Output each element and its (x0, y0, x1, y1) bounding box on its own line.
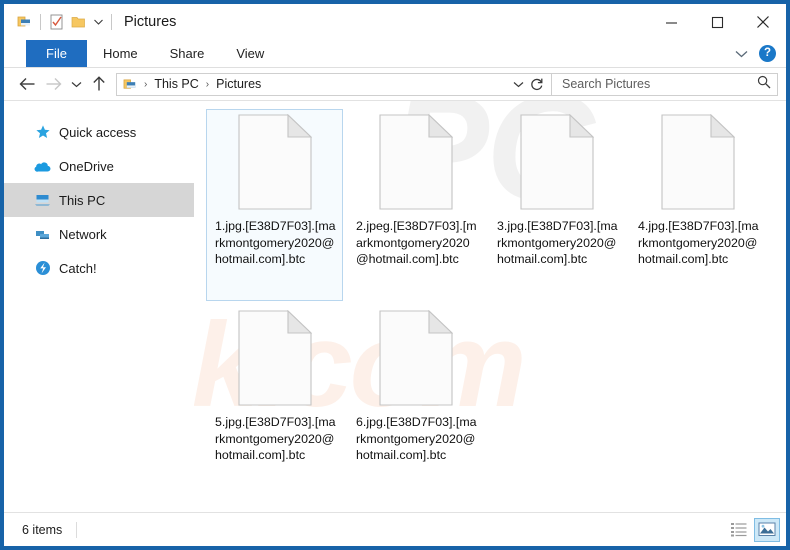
navigation-pane: Quick access OneDrive This PC Network Ca… (4, 101, 194, 512)
sidebar-item-label: This PC (59, 192, 106, 208)
tab-share[interactable]: Share (154, 40, 221, 67)
sidebar-item-label: Catch! (59, 260, 97, 276)
file-item[interactable]: 2.jpeg.[E38D7F03].[markmontgomery2020@ho… (347, 109, 484, 301)
sidebar-item-label: Network (59, 226, 107, 242)
generic-file-icon (660, 113, 735, 210)
file-explorer-window: Pictures File Home Share View ? › This P… (0, 0, 790, 550)
title-divider (111, 14, 112, 30)
expand-ribbon-icon[interactable] (731, 44, 751, 64)
tab-view[interactable]: View (220, 40, 280, 67)
explorer-body: Quick access OneDrive This PC Network Ca… (4, 100, 786, 512)
breadcrumb-separator-1: › (144, 78, 148, 90)
sidebar-item-onedrive[interactable]: OneDrive (4, 149, 194, 183)
caption-buttons (648, 4, 786, 40)
tab-file[interactable]: File (26, 40, 87, 67)
sidebar-item-this-pc[interactable]: This PC (4, 183, 194, 217)
address-bar: › This PC › Pictures (4, 68, 786, 100)
generic-file-icon (519, 113, 594, 210)
tab-home[interactable]: Home (87, 40, 154, 67)
sidebar-item-quick-access[interactable]: Quick access (4, 115, 194, 149)
breadcrumb[interactable]: › This PC › Pictures (116, 72, 552, 96)
new-folder-icon[interactable] (67, 11, 89, 33)
status-bar: 6 items (4, 512, 786, 546)
toolbar-divider (40, 14, 41, 30)
file-item[interactable]: 6.jpg.[E38D7F03].[markmontgomery2020@hot… (347, 305, 484, 497)
breadcrumb-dropdown-icon[interactable] (509, 81, 527, 88)
refresh-icon[interactable] (527, 77, 547, 91)
ribbon-tab-strip: File Home Share View ? (4, 40, 786, 68)
sidebar-item-catch[interactable]: Catch! (4, 251, 194, 285)
catch-icon (34, 260, 51, 277)
search-icon[interactable] (757, 75, 771, 94)
file-name: 3.jpg.[E38D7F03].[markmontgomery2020@hot… (497, 219, 618, 266)
status-divider (76, 521, 78, 538)
recent-locations-button[interactable] (66, 71, 86, 97)
close-button[interactable] (740, 4, 786, 40)
sidebar-item-label: OneDrive (59, 158, 114, 174)
search-input[interactable] (560, 76, 757, 92)
breadcrumb-item-this-pc[interactable]: This PC (152, 77, 200, 91)
quick-access-toolbar: Pictures (4, 11, 176, 33)
breadcrumb-this-pc-icon (122, 76, 139, 93)
file-item[interactable]: 5.jpg.[E38D7F03].[markmontgomery2020@hot… (206, 305, 343, 497)
file-name: 1.jpg.[E38D7F03].[markmontgomery2020@hot… (215, 219, 336, 266)
file-item[interactable]: 4.jpg.[E38D7F03].[markmontgomery2020@hot… (629, 109, 766, 301)
file-name: 4.jpg.[E38D7F03].[markmontgomery2020@hot… (638, 219, 759, 266)
network-icon (34, 226, 51, 243)
back-button[interactable] (14, 71, 40, 97)
file-item[interactable]: 1.jpg.[E38D7F03].[markmontgomery2020@hot… (206, 109, 343, 301)
ribbon-right-controls: ? (731, 40, 780, 67)
help-button[interactable]: ? (759, 45, 776, 62)
this-pc-icon[interactable] (14, 11, 36, 33)
customize-toolbar-caret-icon[interactable] (89, 11, 107, 33)
sidebar-item-label: Quick access (59, 124, 137, 140)
sidebar-item-network[interactable]: Network (4, 217, 194, 251)
generic-file-icon (237, 113, 312, 210)
file-item[interactable]: 3.jpg.[E38D7F03].[markmontgomery2020@hot… (488, 109, 625, 301)
star-icon (34, 124, 51, 141)
large-icons-view-button[interactable] (754, 517, 780, 542)
generic-file-icon (378, 309, 453, 406)
file-grid: 1.jpg.[E38D7F03].[markmontgomery2020@hot… (194, 101, 786, 501)
up-button[interactable] (86, 71, 112, 97)
file-list-view[interactable]: PC risk.com 1.jpg.[E38D7F03].[markmontgo… (194, 101, 786, 512)
breadcrumb-separator-2: › (205, 78, 210, 90)
forward-button[interactable] (40, 71, 66, 97)
item-count-label: 6 items (22, 522, 63, 537)
title-bar: Pictures (4, 4, 786, 40)
file-name: 5.jpg.[E38D7F03].[markmontgomery2020@hot… (215, 415, 336, 462)
generic-file-icon (378, 113, 453, 210)
window-title: Pictures (124, 14, 177, 30)
generic-file-icon (237, 309, 312, 406)
minimize-button[interactable] (648, 4, 694, 40)
monitor-icon (34, 192, 51, 209)
file-name: 6.jpg.[E38D7F03].[markmontgomery2020@hot… (356, 415, 477, 462)
search-box[interactable] (552, 72, 778, 96)
maximize-button[interactable] (694, 4, 740, 40)
details-view-button[interactable] (726, 518, 752, 542)
breadcrumb-item-pictures[interactable]: Pictures (214, 77, 263, 91)
file-name: 2.jpeg.[E38D7F03].[markmontgomery2020@ho… (356, 219, 477, 266)
cloud-icon (34, 158, 51, 175)
properties-icon[interactable] (45, 11, 67, 33)
